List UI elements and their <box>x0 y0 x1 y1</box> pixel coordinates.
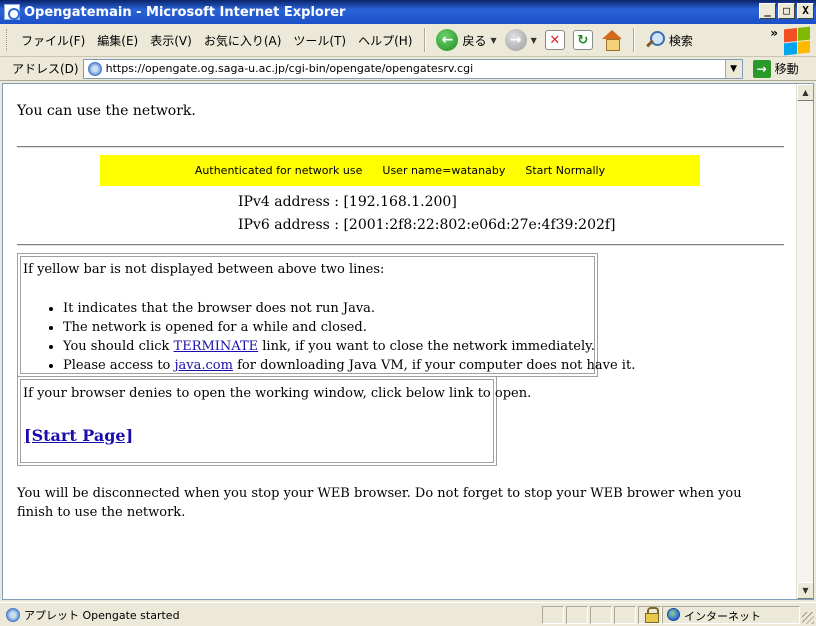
java-notice-list: It indicates that the browser does not r… <box>21 299 635 375</box>
auth-status-text: Authenticated for network use <box>194 164 363 177</box>
page-icon <box>87 61 102 76</box>
content-viewport: You can use the network. Authenticated f… <box>2 83 814 600</box>
disconnect-notice: You will be disconnected when you stop y… <box>17 486 742 520</box>
popup-notice-heading: If your browser denies to open the worki… <box>23 386 532 401</box>
stop-button[interactable]: ✕ <box>541 26 569 54</box>
toolbar-grip[interactable] <box>6 29 9 51</box>
java-notice-heading: If yellow bar is not displayed between a… <box>23 262 385 277</box>
title-bar: Opengatemain - Microsoft Internet Explor… <box>0 0 816 24</box>
back-dropdown-icon[interactable]: ▼ <box>491 36 497 45</box>
window-controls: _ □ X <box>759 3 814 19</box>
maximize-button[interactable]: □ <box>778 3 795 19</box>
refresh-button[interactable]: ↻ <box>569 26 597 54</box>
address-url[interactable]: https://opengate.og.saga-u.ac.jp/cgi-bin… <box>106 62 474 75</box>
back-label: 戻る <box>462 33 487 48</box>
address-bar: アドレス(D) https://opengate.og.saga-u.ac.jp… <box>0 57 816 81</box>
divider-bottom <box>17 244 784 246</box>
menu-toolbar: ファイル(F) 編集(E) 表示(V) お気に入り(A) ツール(T) ヘルプ(… <box>0 24 816 57</box>
go-button[interactable]: → 移動 <box>752 59 799 78</box>
close-button[interactable]: X <box>797 3 814 19</box>
home-icon <box>601 30 623 51</box>
lock-icon[interactable] <box>645 607 659 623</box>
page-status-icon <box>6 607 20 622</box>
refresh-icon: ↻ <box>572 30 593 50</box>
menu-help[interactable]: ヘルプ(H) <box>352 32 418 49</box>
status-panel <box>590 606 612 624</box>
user-name-text: User name=watanaby <box>382 164 506 177</box>
toolbar-separator <box>424 28 427 52</box>
applet-status-bar: Authenticated for network use User name=… <box>100 155 700 186</box>
list-item: It indicates that the browser does not r… <box>63 299 635 318</box>
minimize-button[interactable]: _ <box>759 3 776 19</box>
menu-tools[interactable]: ツール(T) <box>287 32 352 49</box>
zone-text: インターネット <box>684 610 761 623</box>
list-item: You should click TERMINATE link, if you … <box>63 337 635 356</box>
menu-edit[interactable]: 編集(E) <box>91 32 144 49</box>
scroll-up-button[interactable]: ▲ <box>797 84 813 101</box>
window-title: Opengatemain - Microsoft Internet Explor… <box>24 4 346 20</box>
terminate-link[interactable]: TERMINATE <box>174 339 259 354</box>
windows-logo-icon <box>784 26 810 56</box>
forward-arrow-icon: → <box>504 29 527 51</box>
list-item-text: for downloading Java VM, if your compute… <box>232 358 636 373</box>
resize-grip[interactable] <box>802 612 814 624</box>
go-arrow-icon: → <box>752 59 771 78</box>
menu-favorites[interactable]: お気に入り(A) <box>198 32 288 49</box>
status-panel-icon <box>566 606 588 624</box>
back-arrow-icon: ← <box>436 29 459 51</box>
menu-view[interactable]: 表示(V) <box>144 32 198 49</box>
ipv6-address: IPv6 address : [2001:2f8:22:802:e06d:27e… <box>238 217 616 233</box>
address-label: アドレス(D) <box>12 62 79 76</box>
search-icon <box>645 30 665 50</box>
popup-notice-box: If your browser denies to open the worki… <box>17 376 531 466</box>
search-button[interactable]: 検索 <box>641 26 697 54</box>
vertical-scrollbar[interactable]: ▲ ▼ <box>796 84 813 599</box>
status-panel <box>542 606 564 624</box>
start-page-link[interactable]: [Start Page] <box>24 426 133 445</box>
list-item: The network is opened for a while and cl… <box>63 318 635 337</box>
forward-button[interactable]: → ▼ <box>501 26 541 54</box>
list-item-text: Please access to <box>63 358 175 373</box>
ie-icon <box>4 4 20 20</box>
ipv4-address: IPv4 address : [192.168.1.200] <box>238 194 457 210</box>
web-page: You can use the network. Authenticated f… <box>3 84 796 599</box>
status-bar: アプレット Opengate started インターネット <box>0 602 816 626</box>
toolbar-more-chevron[interactable]: » <box>770 26 778 40</box>
internet-zone-icon <box>667 608 680 621</box>
status-text: アプレット Opengate started <box>24 608 180 622</box>
list-item: Please access to java.com for downloadin… <box>63 356 635 375</box>
back-button[interactable]: ← 戻る ▼ <box>432 26 500 54</box>
intro-text: You can use the network. <box>17 103 196 119</box>
divider-top <box>17 146 784 148</box>
java-notice-box: If yellow bar is not displayed between a… <box>17 253 635 377</box>
list-item-text: link, if you want to close the network i… <box>258 339 595 354</box>
home-button[interactable] <box>597 26 627 54</box>
go-label: 移動 <box>774 62 799 76</box>
status-panel <box>614 606 636 624</box>
address-input[interactable]: https://opengate.og.saga-u.ac.jp/cgi-bin… <box>82 58 743 79</box>
toolbar-separator <box>632 28 635 52</box>
forward-dropdown-icon[interactable]: ▼ <box>531 36 537 45</box>
scroll-down-button[interactable]: ▼ <box>797 582 813 599</box>
search-label: 検索 <box>668 33 693 48</box>
stop-icon: ✕ <box>544 30 565 50</box>
menu-file[interactable]: ファイル(F) <box>15 32 91 49</box>
start-status-text: Start Normally <box>525 164 606 177</box>
address-dropdown-icon[interactable]: ▼ <box>724 59 742 78</box>
java-com-link[interactable]: java.com <box>175 358 233 373</box>
list-item-text: You should click <box>63 339 174 354</box>
